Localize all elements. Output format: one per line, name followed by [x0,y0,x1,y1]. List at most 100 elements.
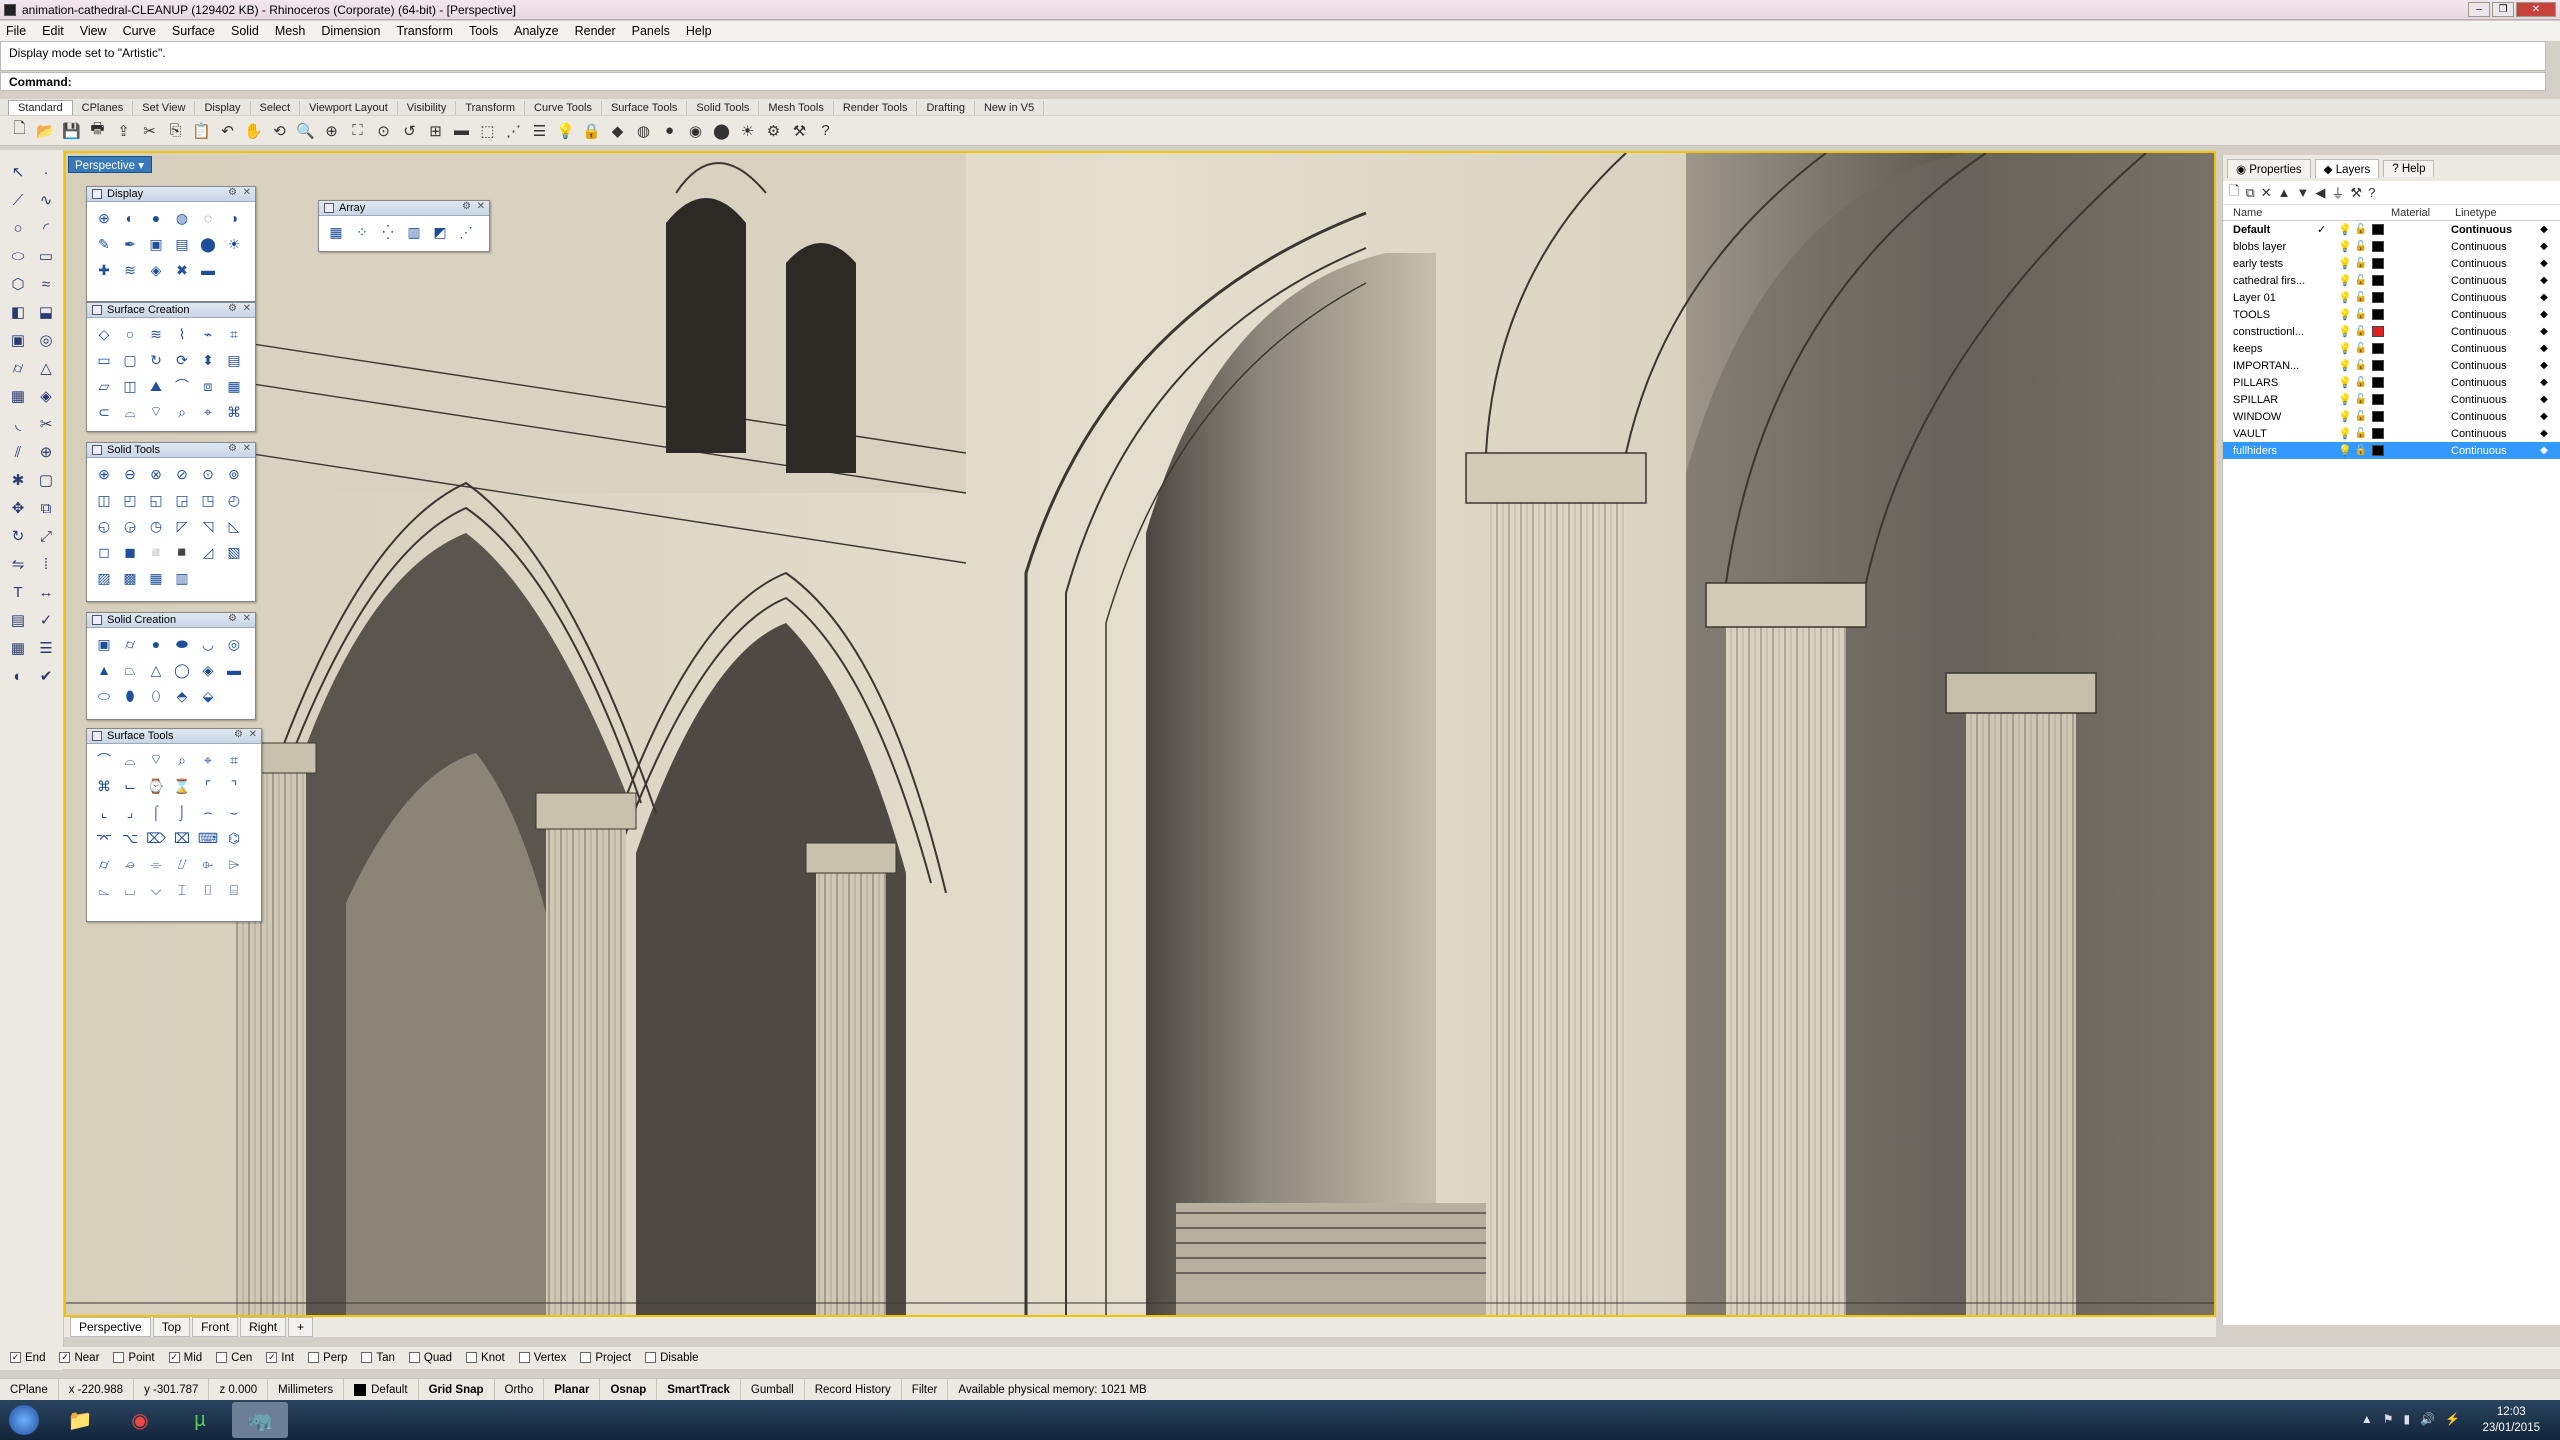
boolean-union-icon[interactable]: ◈ [32,382,60,410]
viewport-menu-arrow-icon[interactable]: ▾ [138,160,144,172]
menu-surface[interactable]: Surface [172,24,215,38]
explode-srf-icon[interactable]: ⌨ [196,826,220,850]
lock-icon[interactable]: 🔓 [2353,343,2369,354]
menu-render[interactable]: Render [575,24,616,38]
layer-linetype[interactable]: Continuous [2447,428,2537,440]
split-edge-icon[interactable]: ⌚ [144,774,168,798]
layer-tools-icon[interactable]: ⚒ [2350,185,2362,201]
curve-icon[interactable]: ∿ [32,186,60,214]
tab-front[interactable]: Front [192,1317,239,1337]
select-all-icon[interactable]: ⬚ [476,119,499,142]
match-srf-icon[interactable]: ⌖ [196,400,220,424]
checkbox-icon[interactable]: ✓ [266,1352,278,1364]
layer-name[interactable]: IMPORTAN... [2223,360,2317,372]
fillet-icon[interactable]: ◟ [4,410,32,438]
rotate-view-icon[interactable]: ⟲ [268,119,291,142]
env-map-icon[interactable]: ◈ [144,258,168,282]
cylinder-icon[interactable]: ⌭ [4,354,32,382]
palette-close-icon[interactable]: ✕ [249,729,257,740]
perspective-viewport[interactable] [64,151,2216,1317]
lightbulb-icon[interactable]: 💡 [2337,376,2353,389]
cplane-icon[interactable]: ▬ [450,119,473,142]
surface-corner-icon[interactable]: ◧ [4,298,32,326]
sphere-solid-icon[interactable]: ● [144,632,168,656]
print-color-icon[interactable]: ◆ [2537,309,2551,320]
color-cube-icon[interactable]: ⌶ [170,878,194,902]
lock-icon[interactable]: 🔓 [2353,241,2369,252]
shaded-icon[interactable]: ◐ [118,206,142,230]
layer-name[interactable]: fullhiders [2223,445,2317,457]
rotate-icon[interactable]: ↻ [4,522,32,550]
network-icon[interactable]: ▮ [2403,1412,2410,1426]
maximize-button[interactable]: ❐ [2492,2,2514,17]
mirror-icon[interactable]: ⇋ [4,550,32,578]
delete-layer-icon[interactable]: ✕ [2261,185,2272,201]
clock[interactable]: 12:03 23/01/2015 [2482,1404,2540,1436]
zoom-window-icon[interactable]: ⊕ [320,119,343,142]
offset-srf-icon[interactable]: ⧈ [196,374,220,398]
palette-grip-icon[interactable] [92,445,102,455]
ghosted-icon[interactable]: ◍ [170,206,194,230]
smarttrack-toggle[interactable]: SmartTrack [657,1379,741,1400]
column-linetype[interactable]: Linetype [2451,207,2541,219]
pen-icon[interactable]: ✒ [118,232,142,256]
layer-linetype[interactable]: Continuous [2447,224,2537,236]
save-icon[interactable]: 💾 [60,119,83,142]
lock-icon[interactable]: 🔓 [2353,428,2369,439]
fit-icon[interactable]: ⌣ [222,800,246,824]
tab-right[interactable]: Right [240,1317,287,1337]
current-layer[interactable]: Default [344,1379,419,1400]
polar-array-icon[interactable]: ⁘ [350,220,374,244]
boolean-intersect-icon[interactable]: ⊗ [144,462,168,486]
undo-view-icon[interactable]: ↺ [398,119,421,142]
layer-name[interactable]: WINDOW [2223,411,2317,423]
boolean-diff-icon[interactable]: ⊖ [118,462,142,486]
new-layer-icon[interactable]: 🗋 [2229,182,2239,204]
technical-icon[interactable]: ◑ [222,206,246,230]
layer-row[interactable]: SPILLAR 💡 🔓 Continuous ◆ [2223,391,2560,408]
flip-icon[interactable]: ⌮ [118,852,142,876]
menu-transform[interactable]: Transform [396,24,453,38]
slab-icon[interactable]: ▬ [222,658,246,682]
text-object-icon[interactable]: ◈ [196,658,220,682]
select-arrow-icon[interactable]: ↖ [4,158,32,186]
palette-close-icon[interactable]: ✕ [477,201,485,212]
checkbox-icon[interactable] [113,1352,125,1364]
ruler-icon[interactable]: ⌵ [144,878,168,902]
print-color-icon[interactable]: ◆ [2537,292,2551,303]
srf-thickness-icon[interactable]: ⌳ [92,878,116,902]
export-icon[interactable]: ⇪ [112,119,135,142]
array-linear-icon[interactable]: ⋰ [454,220,478,244]
menu-mesh[interactable]: Mesh [275,24,306,38]
lightbulb-icon[interactable]: 💡 [2337,291,2353,304]
lightbulb-icon[interactable]: 💡 [2337,342,2353,355]
tab-properties[interactable]: ◉ Properties [2227,158,2311,178]
array-icon[interactable]: ⁞ [32,550,60,578]
group-icon[interactable]: ▢ [32,466,60,494]
srf-points-icon[interactable]: ⌬ [222,826,246,850]
start-button[interactable] [0,1400,48,1440]
symmetry-icon[interactable]: ⌧ [170,826,194,850]
osnap-perp[interactable]: Perp [308,1352,347,1364]
lock-icon[interactable]: 🔓 [2353,275,2369,286]
match-surface-icon[interactable]: ⌘ [92,774,116,798]
lock-icon[interactable]: 🔓 [2353,258,2369,269]
lightbulb-icon[interactable]: 💡 [2337,240,2353,253]
planar-toggle[interactable]: Planar [544,1379,601,1400]
print-icon[interactable]: 🖶 [86,119,109,142]
tube-icon[interactable]: ◎ [222,632,246,656]
tab-perspective[interactable]: Perspective [70,1317,151,1337]
pyramid-icon[interactable]: △ [144,658,168,682]
layer-color-swatch[interactable] [2372,394,2384,405]
lightbulb-icon[interactable]: 💡 [2337,257,2353,270]
menu-panels[interactable]: Panels [632,24,670,38]
layer-row[interactable]: VAULT 💡 🔓 Continuous ◆ [2223,425,2560,442]
rebuild-surface-icon[interactable]: ⌜ [196,774,220,798]
sphere-icon[interactable]: ◎ [32,326,60,354]
layer-linetype[interactable]: Continuous [2447,292,2537,304]
truncated-cone-icon[interactable]: ⏢ [118,658,142,682]
monitor-icon[interactable]: ▬ [196,258,220,282]
layer-linetype[interactable]: Continuous [2447,309,2537,321]
tab-new-in-v5[interactable]: New in V5 [975,101,1045,115]
volume-icon[interactable]: 🔊 [2420,1412,2435,1426]
